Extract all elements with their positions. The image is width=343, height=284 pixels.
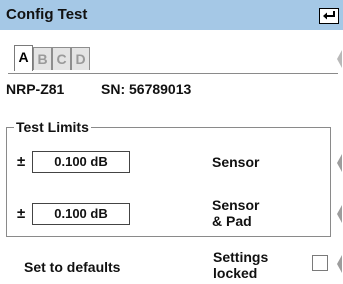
enter-arrow-icon bbox=[323, 11, 335, 20]
title-bar: Config Test bbox=[0, 0, 343, 30]
settings-locked-checkbox[interactable] bbox=[312, 255, 328, 271]
tab-a[interactable]: A bbox=[14, 45, 33, 71]
tab-divider bbox=[8, 73, 338, 74]
device-model: NRP-Z81 bbox=[6, 81, 65, 97]
enter-button[interactable] bbox=[319, 8, 339, 24]
tab-c[interactable]: C bbox=[52, 47, 71, 70]
sensor-label: Sensor bbox=[212, 154, 260, 170]
scroll-arrow-icon[interactable] bbox=[335, 255, 343, 273]
sensor-pad-limit-field[interactable]: 0.100 dB bbox=[32, 203, 130, 225]
test-limits-title: Test Limits bbox=[14, 119, 91, 135]
scroll-arrow-icon[interactable] bbox=[335, 50, 343, 68]
set-to-defaults-button[interactable]: Set to defaults bbox=[24, 259, 120, 275]
tab-d[interactable]: D bbox=[71, 47, 90, 70]
sensor-pad-label: Sensor & Pad bbox=[212, 197, 260, 229]
scroll-arrow-icon[interactable] bbox=[335, 154, 343, 172]
plus-minus-sign: ± bbox=[17, 205, 26, 222]
device-serial: SN: 56789013 bbox=[101, 81, 192, 97]
settings-locked-label: Settings locked bbox=[213, 249, 269, 281]
scroll-arrow-icon[interactable] bbox=[335, 205, 343, 223]
sensor-limit-field[interactable]: 0.100 dB bbox=[32, 151, 130, 173]
plus-minus-sign: ± bbox=[17, 153, 26, 170]
tab-b[interactable]: B bbox=[33, 47, 52, 70]
window-title: Config Test bbox=[6, 6, 88, 23]
